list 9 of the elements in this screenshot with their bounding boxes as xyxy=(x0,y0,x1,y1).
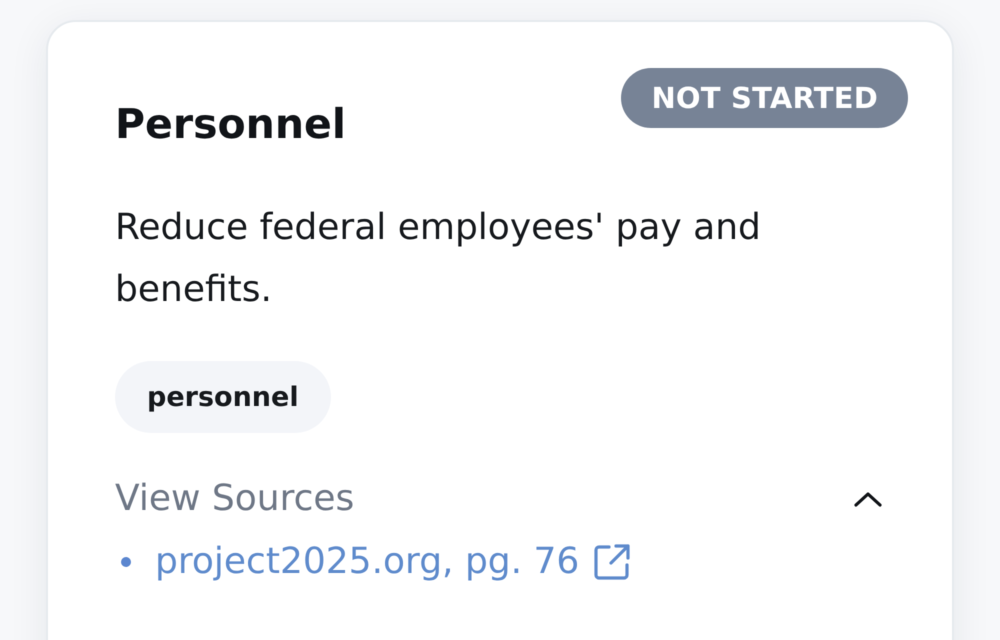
external-link-icon[interactable] xyxy=(593,542,632,581)
view-sources-toggle[interactable]: View Sources xyxy=(115,477,354,520)
tag-chip[interactable]: personnel xyxy=(115,361,331,434)
card-description: Reduce federal employees' pay and benefits. xyxy=(115,206,762,312)
bullet-icon xyxy=(121,556,131,567)
card-title: Personnel xyxy=(115,100,346,150)
status-badge: NOT STARTED xyxy=(621,68,908,128)
chevron-icon[interactable] xyxy=(854,490,882,507)
source-link[interactable]: project2025.org, pg. 76 xyxy=(155,540,580,584)
